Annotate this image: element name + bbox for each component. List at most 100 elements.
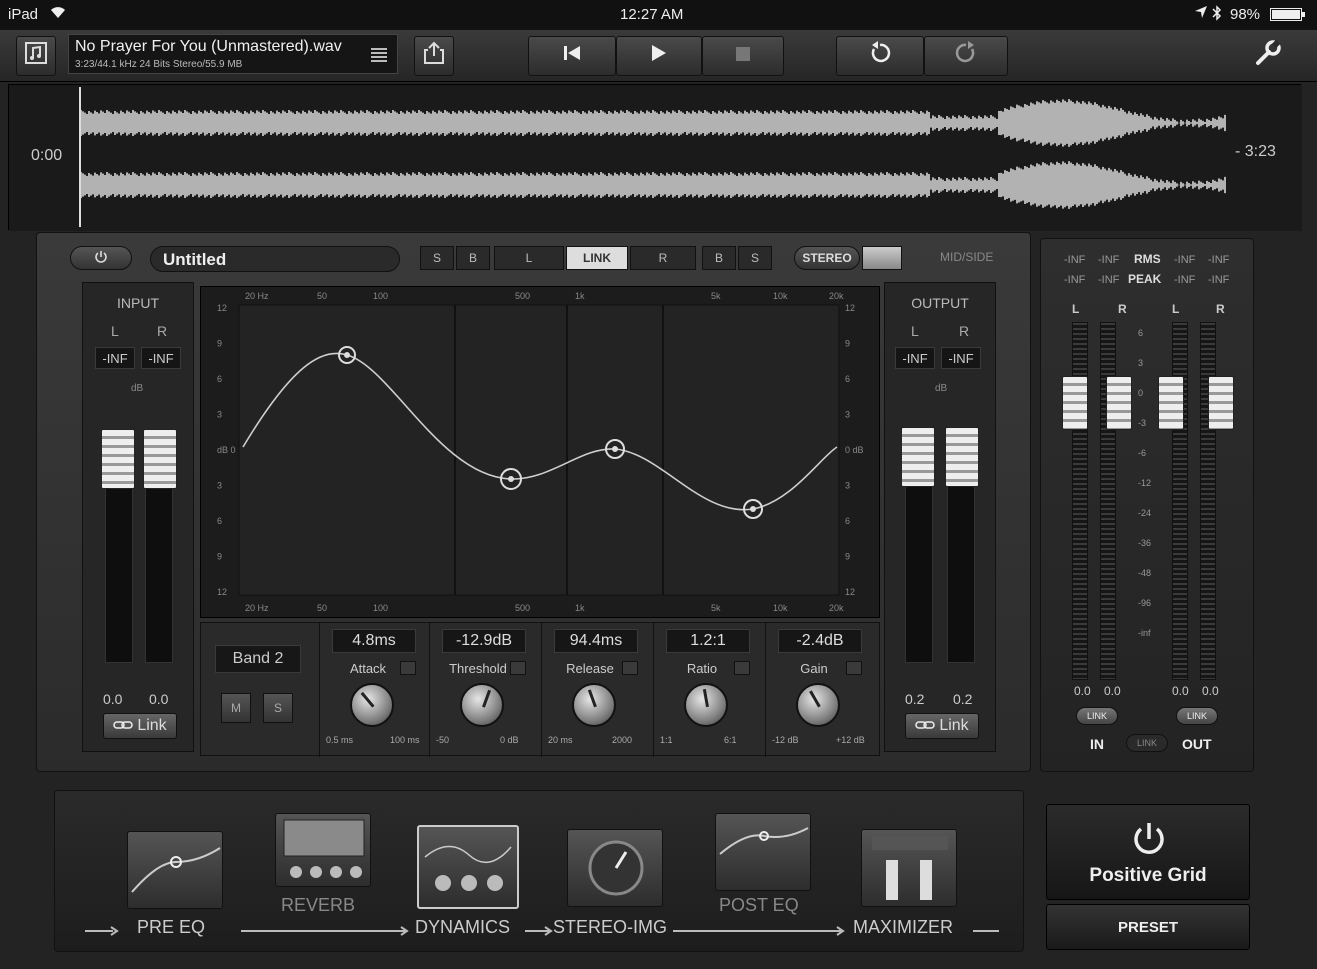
output-fader-left[interactable]	[901, 427, 935, 487]
in-fader-left[interactable]	[1062, 376, 1088, 430]
preset-name-field[interactable]: Untitled	[150, 246, 400, 272]
out-value-right: 0.0	[1202, 684, 1219, 698]
freq-label-bottom: 10k	[773, 603, 788, 613]
gain-knob[interactable]	[796, 683, 840, 727]
attack-value[interactable]: 4.8ms	[332, 629, 416, 653]
freq-label-bottom: 100	[373, 603, 388, 613]
midside-mode-label[interactable]: MID/SIDE	[940, 250, 993, 264]
undo-button[interactable]	[836, 36, 924, 76]
playhead[interactable]	[79, 87, 81, 227]
stop-button[interactable]	[702, 36, 784, 76]
share-icon	[421, 40, 447, 72]
ratio-knob[interactable]	[684, 683, 728, 727]
out-fader-left[interactable]	[1158, 376, 1184, 430]
release-value[interactable]: 94.4ms	[554, 629, 638, 653]
input-value-right: 0.0	[149, 691, 169, 707]
input-link-button[interactable]: Link	[103, 713, 177, 739]
threshold-knob[interactable]	[460, 683, 504, 727]
in-out-link-button[interactable]: LINK	[1126, 734, 1168, 752]
band-solo-right-button[interactable]: S	[738, 246, 772, 270]
power-button[interactable]	[70, 246, 132, 270]
channel-right-button[interactable]: R	[630, 246, 696, 270]
freq-label-bottom: 5k	[711, 603, 721, 613]
input-fader-right[interactable]	[143, 429, 177, 489]
stereo-img-label: STEREO-IMG	[553, 917, 668, 937]
preset-button[interactable]: PRESET	[1046, 904, 1250, 950]
control-threshold: -12.9dB Threshold -50 0 dB	[429, 623, 539, 757]
in-link-button[interactable]: LINK	[1076, 707, 1118, 725]
rms-in-left: -INF	[1064, 254, 1086, 266]
rms-out-right: -INF	[1208, 254, 1230, 266]
db-label-right: 3	[845, 410, 850, 420]
band-selector[interactable]: Band 2	[215, 645, 301, 673]
share-button[interactable]	[414, 36, 454, 76]
eq-graph[interactable]: 20 Hz 20 Hz 50 50 100 100 500 500 1k 1k 5k 5k 10k 10k…	[200, 286, 880, 618]
play-button[interactable]	[616, 36, 702, 76]
music-library-button[interactable]	[16, 36, 56, 76]
mute-button[interactable]: M	[221, 693, 251, 723]
release-min-label: 20 ms	[548, 735, 573, 745]
skip-back-button[interactable]	[528, 36, 616, 76]
stereo-mode-label[interactable]: STEREO	[794, 246, 860, 270]
solo-button[interactable]: S	[263, 693, 293, 723]
threshold-value[interactable]: -12.9dB	[442, 629, 526, 653]
meter-scale-label: -inf	[1138, 628, 1151, 638]
freq-label-top: 1k	[575, 291, 585, 301]
file-info-box[interactable]: No Prayer For You (Unmastered).wav 3:23/…	[68, 34, 398, 74]
undo-icon	[868, 41, 892, 71]
waveform-graphic	[9, 85, 1302, 231]
attack-auto-button[interactable]	[400, 661, 416, 675]
music-note-icon	[24, 41, 48, 71]
db-label-left: 12	[217, 587, 227, 597]
reverb-module[interactable]	[275, 813, 371, 887]
band-solo-left-button[interactable]: S	[420, 246, 454, 270]
positive-grid-power-button[interactable]: Positive Grid	[1046, 804, 1250, 900]
gain-auto-button[interactable]	[846, 661, 862, 675]
attack-max-label: 100 ms	[390, 735, 420, 745]
maximizer-module[interactable]	[861, 829, 957, 907]
ratio-auto-button[interactable]	[734, 661, 750, 675]
out-label: OUT	[1182, 736, 1212, 752]
output-fader-right[interactable]	[945, 427, 979, 487]
release-knob[interactable]	[572, 683, 616, 727]
gain-value[interactable]: -2.4dB	[778, 629, 862, 653]
release-auto-button[interactable]	[622, 661, 638, 675]
redo-button[interactable]	[924, 36, 1008, 76]
band-bypass-right-button[interactable]: B	[702, 246, 736, 270]
stereo-img-module[interactable]	[567, 829, 663, 907]
freq-label-top: 20 Hz	[245, 291, 269, 301]
mode-toggle-switch[interactable]	[862, 246, 902, 270]
threshold-auto-button[interactable]	[510, 661, 526, 675]
battery-percent: 98%	[1230, 6, 1261, 23]
out-link-button[interactable]: LINK	[1176, 707, 1218, 725]
db-label-right: 6	[845, 374, 850, 384]
channel-link-button[interactable]: LINK	[566, 246, 628, 270]
input-panel: INPUT L R -INF -INF dB 0.0 0.0 Link	[82, 282, 194, 752]
ratio-value[interactable]: 1.2:1	[666, 629, 750, 653]
redo-icon	[954, 41, 978, 71]
settings-button[interactable]	[1248, 36, 1288, 76]
band-bypass-left-button[interactable]: B	[456, 246, 490, 270]
maximizer-label: MAXIMIZER	[853, 917, 954, 937]
out-fader-right[interactable]	[1208, 376, 1234, 430]
file-details: 3:23/44.1 kHz 24 Bits Stereo/55.9 MB	[75, 59, 243, 70]
freq-label-bottom: 50	[317, 603, 327, 613]
peak-out-left: -INF	[1174, 274, 1196, 286]
waveform-overview[interactable]: 0:00 - 3:23	[8, 84, 1302, 231]
wrench-icon	[1254, 39, 1282, 73]
stop-icon	[735, 45, 751, 68]
pre-eq-module[interactable]	[127, 831, 223, 909]
dynamics-module[interactable]	[417, 825, 519, 909]
input-fader-left[interactable]	[101, 429, 135, 489]
channel-left-button[interactable]: L	[494, 246, 564, 270]
attack-knob[interactable]	[350, 683, 394, 727]
in-fader-right[interactable]	[1106, 376, 1132, 430]
post-eq-module[interactable]	[715, 813, 811, 891]
output-link-button[interactable]: Link	[905, 713, 979, 739]
meter-scale-label: -48	[1138, 568, 1152, 578]
db-label-left: 6	[217, 516, 222, 526]
rms-in-right: -INF	[1098, 254, 1120, 266]
input-title: INPUT	[117, 295, 159, 311]
chain-link-icon	[915, 717, 936, 735]
db-label-left: 12	[217, 303, 227, 313]
